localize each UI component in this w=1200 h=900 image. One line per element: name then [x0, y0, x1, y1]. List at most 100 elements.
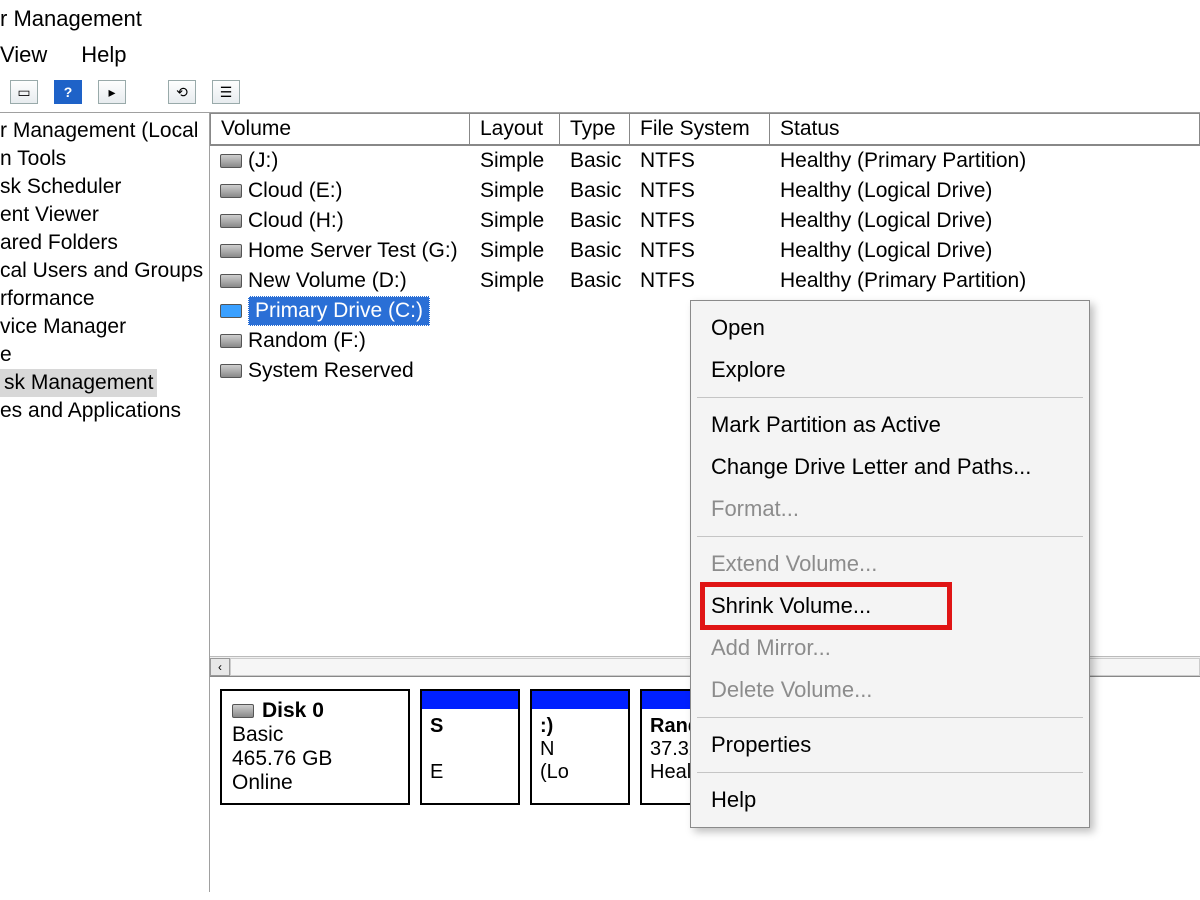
menu-item[interactable]: Properties	[693, 724, 1087, 766]
drive-icon	[220, 364, 242, 378]
volume-name: Random (F:)	[248, 329, 366, 353]
table-row[interactable]: New Volume (D:)SimpleBasicNTFSHealthy (P…	[210, 266, 1200, 296]
menu-item: Delete Volume...	[693, 669, 1087, 711]
menu-separator	[697, 397, 1083, 398]
volume-name: System Reserved	[248, 359, 414, 383]
tree-node[interactable]: cal Users and Groups	[0, 257, 209, 285]
help-icon[interactable]: ?	[54, 80, 82, 104]
volume-layout: Simple	[470, 239, 560, 263]
menubar: View Help	[0, 38, 1200, 76]
volume-name: Cloud (E:)	[248, 179, 343, 203]
menu-item[interactable]: Change Drive Letter and Paths...	[693, 446, 1087, 488]
navigation-tree[interactable]: r Management (Localn Toolssk Scheduleren…	[0, 113, 210, 892]
menu-separator	[697, 536, 1083, 537]
menu-item[interactable]: Shrink Volume...	[693, 585, 1087, 627]
menu-separator	[697, 717, 1083, 718]
partition-title: S	[430, 715, 443, 737]
partition-color-bar	[532, 691, 628, 709]
tree-node[interactable]: ent Viewer	[0, 201, 209, 229]
table-row[interactable]: (J:) SimpleBasicNTFSHealthy (Primary Part…	[210, 146, 1200, 176]
menu-item[interactable]: Open	[693, 307, 1087, 349]
col-status[interactable]: Status	[770, 113, 1200, 145]
menu-item[interactable]: Help	[693, 779, 1087, 821]
col-type[interactable]: Type	[560, 113, 630, 145]
volume-fs: NTFS	[630, 239, 770, 263]
toolbar-btn-3[interactable]: ▸	[98, 80, 126, 104]
window-title: r Management	[0, 0, 1200, 38]
volume-name: Cloud (H:)	[248, 209, 344, 233]
disk-state: Online	[232, 771, 398, 795]
partition-size: N	[540, 738, 554, 760]
disk-size: 465.76 GB	[232, 747, 398, 771]
volume-layout: Simple	[470, 209, 560, 233]
volume-fs: NTFS	[630, 179, 770, 203]
menu-item[interactable]: Mark Partition as Active	[693, 404, 1087, 446]
drive-icon	[220, 334, 242, 348]
volume-type: Basic	[560, 149, 630, 173]
volume-type: Basic	[560, 239, 630, 263]
tree-node[interactable]: ared Folders	[0, 229, 209, 257]
volume-type: Basic	[560, 179, 630, 203]
partition-color-bar	[422, 691, 518, 709]
partition-title: :)	[540, 715, 553, 737]
table-row[interactable]: Cloud (H:) SimpleBasicNTFSHealthy (Logica…	[210, 206, 1200, 236]
partition-box[interactable]: :) N(Lo	[530, 689, 630, 805]
volume-status: Healthy (Logical Drive)	[770, 209, 1200, 233]
toolbar-btn-5[interactable]: ☰	[212, 80, 240, 104]
table-row[interactable]: Home Server Test (G:) SimpleBasicNTFSHeal…	[210, 236, 1200, 266]
menu-help[interactable]: Help	[81, 42, 126, 68]
volume-status: Healthy (Logical Drive)	[770, 239, 1200, 263]
table-row[interactable]: Cloud (E:) SimpleBasicNTFSHealthy (Logica…	[210, 176, 1200, 206]
tree-node[interactable]: rformance	[0, 285, 209, 313]
volume-layout: Simple	[470, 179, 560, 203]
volume-status: Healthy (Primary Partition)	[770, 269, 1200, 293]
partition-status: (Lo	[540, 761, 569, 783]
disk-icon	[232, 704, 254, 718]
tree-node[interactable]: sk Scheduler	[0, 173, 209, 201]
tree-node[interactable]: es and Applications	[0, 397, 209, 425]
volume-name: Home Server Test (G:)	[248, 239, 458, 263]
disk-title: Disk 0	[262, 699, 324, 723]
toolbar: ▭ ? ▸ ⟲ ☰	[0, 76, 1200, 112]
menu-item: Format...	[693, 488, 1087, 530]
drive-icon	[220, 304, 242, 318]
drive-icon	[220, 244, 242, 258]
menu-item[interactable]: Explore	[693, 349, 1087, 391]
drive-icon	[220, 154, 242, 168]
menu-item: Extend Volume...	[693, 543, 1087, 585]
col-volume[interactable]: Volume	[210, 113, 470, 145]
toolbar-btn-1[interactable]: ▭	[10, 80, 38, 104]
volume-fs: NTFS	[630, 209, 770, 233]
scroll-left-icon[interactable]: ‹	[210, 658, 230, 676]
drive-icon	[220, 184, 242, 198]
volume-layout: Simple	[470, 149, 560, 173]
volume-name: New Volume (D:)	[248, 269, 407, 293]
volume-type: Basic	[560, 209, 630, 233]
tree-node[interactable]: n Tools	[0, 145, 209, 173]
volume-list-header: Volume Layout Type File System Status	[210, 113, 1200, 146]
drive-icon	[220, 274, 242, 288]
context-menu[interactable]: OpenExplore Mark Partition as ActiveChang…	[690, 300, 1090, 828]
menu-separator	[697, 772, 1083, 773]
menu-view[interactable]: View	[0, 42, 47, 68]
disk-type: Basic	[232, 723, 398, 747]
menu-item: Add Mirror...	[693, 627, 1087, 669]
volume-status: Healthy (Primary Partition)	[770, 149, 1200, 173]
volume-fs: NTFS	[630, 149, 770, 173]
toolbar-btn-4[interactable]: ⟲	[168, 80, 196, 104]
partition-status: E	[430, 761, 443, 783]
tree-node[interactable]: vice Manager	[0, 313, 209, 341]
drive-icon	[220, 214, 242, 228]
col-filesystem[interactable]: File System	[630, 113, 770, 145]
volume-name: Primary Drive (C:)	[248, 296, 430, 326]
tree-node[interactable]: sk Management	[0, 369, 157, 397]
partition-box[interactable]: S E	[420, 689, 520, 805]
volume-name: (J:)	[248, 149, 278, 173]
volume-layout: Simple	[470, 269, 560, 293]
volume-status: Healthy (Logical Drive)	[770, 179, 1200, 203]
col-layout[interactable]: Layout	[470, 113, 560, 145]
tree-node[interactable]: e	[0, 341, 209, 369]
disk-info-box[interactable]: Disk 0 Basic 465.76 GB Online	[220, 689, 410, 805]
tree-node[interactable]: r Management (Local	[0, 117, 209, 145]
volume-type: Basic	[560, 269, 630, 293]
